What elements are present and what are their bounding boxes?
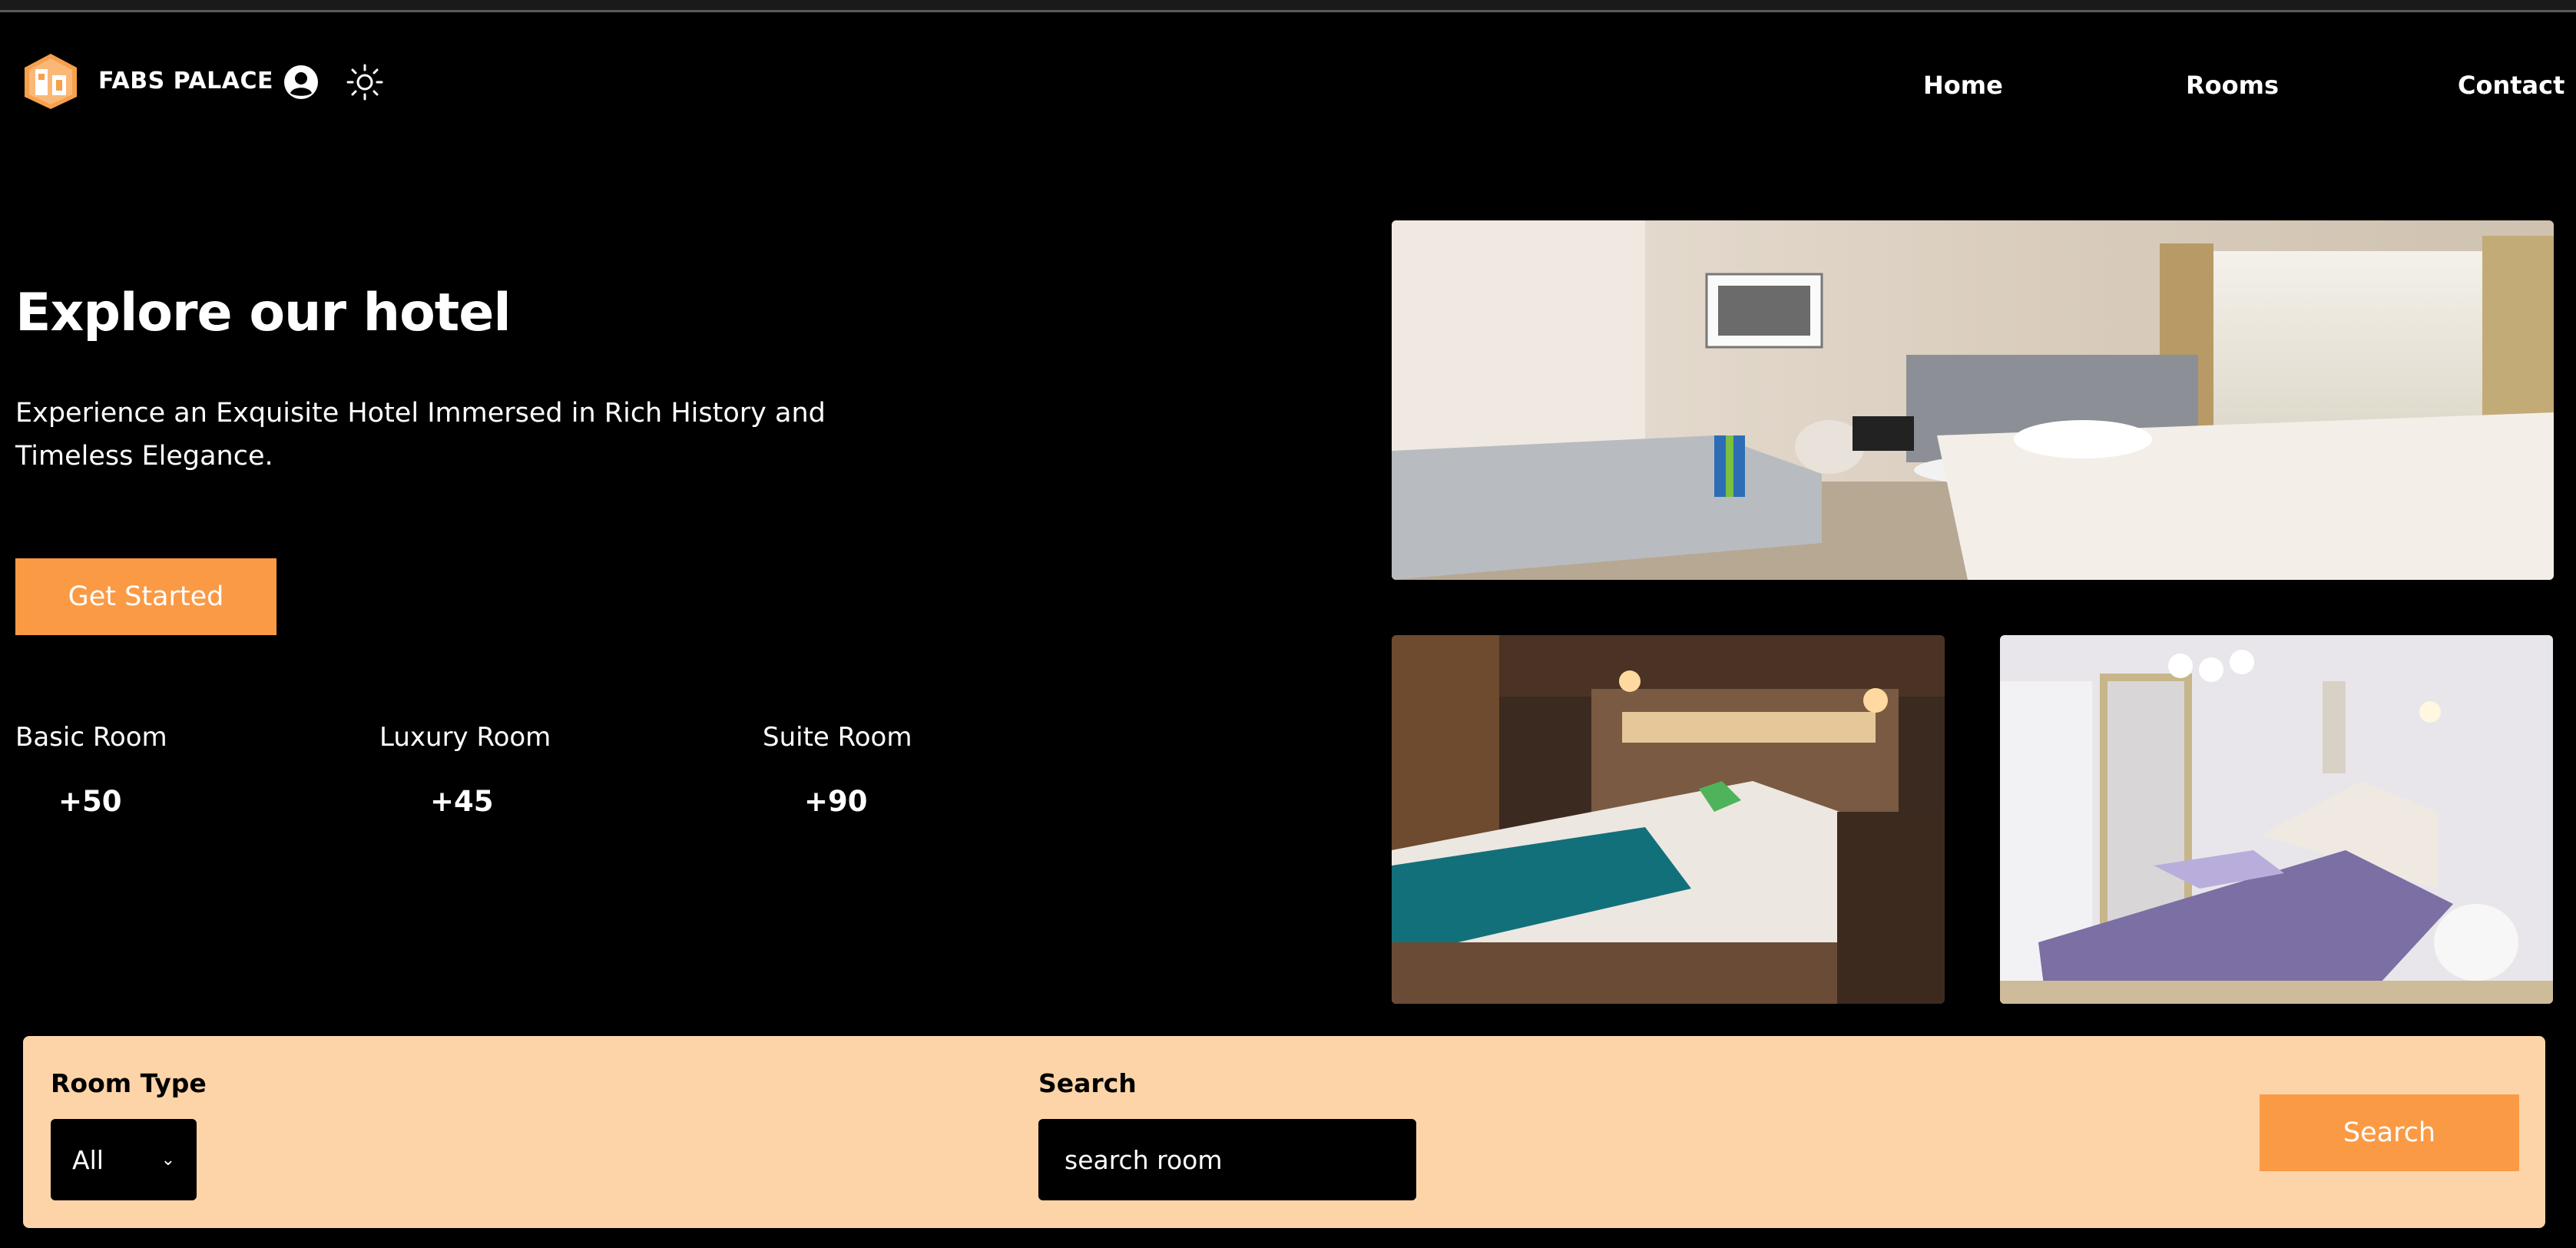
user-circle-icon[interactable] [283,64,320,101]
hero-subtitle: Experience an Exquisite Hotel Immersed i… [15,398,826,472]
search-button[interactable]: Search [2260,1094,2519,1171]
stat-label-basic: Basic Room [15,722,167,753]
hotel-room-photo-warm [1392,635,1945,1004]
search-input[interactable] [1038,1119,1416,1200]
stat-label-luxury: Luxury Room [379,722,551,753]
window-top-bar [0,0,2576,12]
get-started-button[interactable]: Get Started [15,558,276,635]
search-label: Search [1038,1068,1137,1098]
stat-label-suite: Suite Room [763,722,912,753]
hotel-logo-icon[interactable] [22,52,80,111]
stat-value-suite: +90 [804,785,868,818]
brand-name[interactable]: FABS PALACE [98,68,273,94]
room-type-label: Room Type [51,1068,207,1098]
nav-home[interactable]: Home [1923,71,2003,100]
sun-icon[interactable] [346,63,384,101]
hero-title: Explore our hotel [15,283,512,343]
room-type-value: All [72,1144,104,1175]
chevron-down-icon: ⌄ [161,1150,175,1170]
stat-value-basic: +50 [58,785,122,818]
room-type-select[interactable]: All ⌄ [51,1119,197,1200]
hotel-room-photo-main [1392,220,2554,580]
site-header: FABS PALACE Home Rooms Contact [0,12,2576,151]
room-search-panel: Room Type All ⌄ Search Search [23,1036,2545,1228]
nav-contact[interactable]: Contact [2458,71,2564,100]
stat-value-luxury: +45 [430,785,494,818]
nav-rooms[interactable]: Rooms [2186,71,2279,100]
hotel-room-photo-bright [2000,635,2553,1004]
